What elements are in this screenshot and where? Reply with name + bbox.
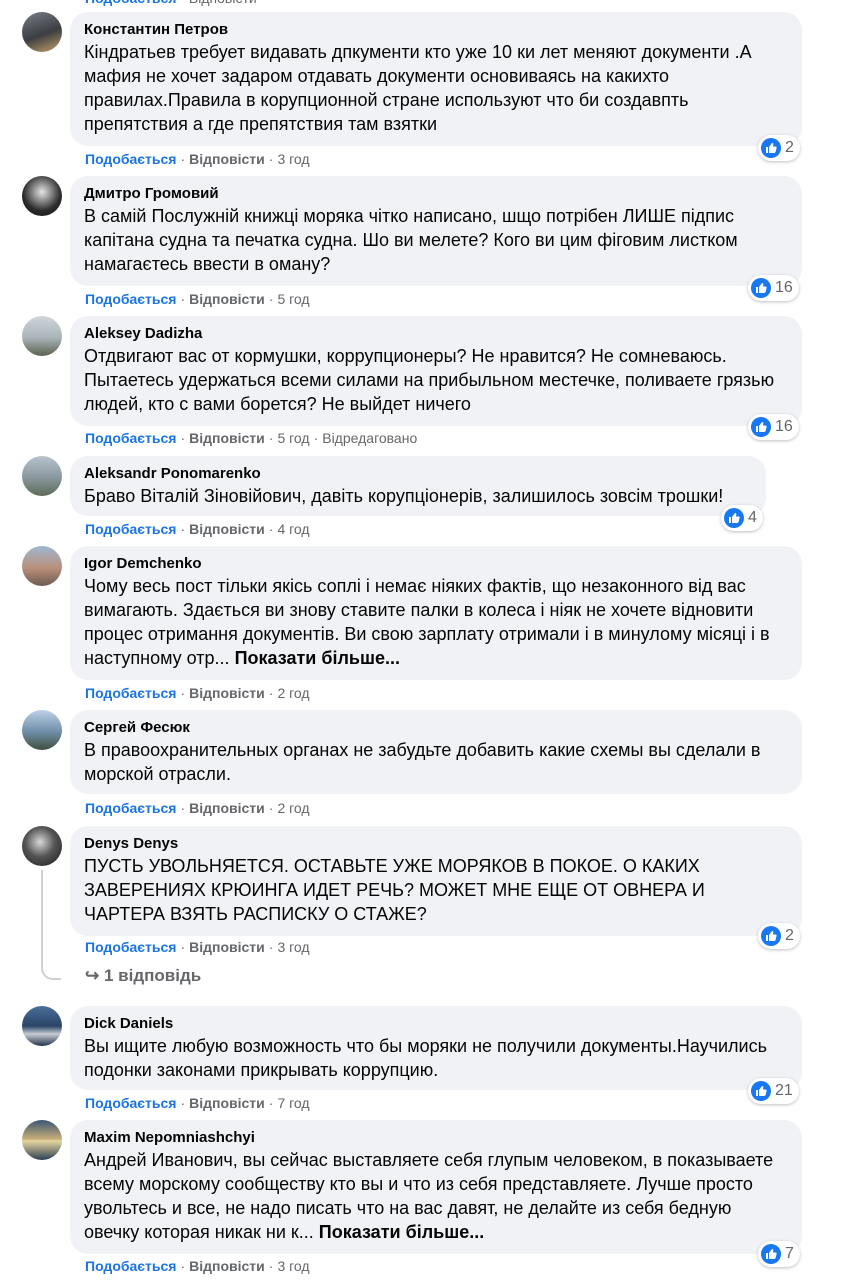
comment-time[interactable]: 5 год xyxy=(277,291,309,307)
reply-button[interactable]: Відповісти xyxy=(189,685,265,701)
reaction-count[interactable]: 2 xyxy=(758,923,800,949)
comment-author[interactable]: Igor Demchenko xyxy=(84,554,788,574)
comment-author[interactable]: Maxim Nepomniashchyi xyxy=(84,1128,788,1148)
comment-text: Браво Віталій Зіновійович, давіть корупц… xyxy=(84,486,724,506)
thread-line xyxy=(41,870,43,962)
reaction-count[interactable]: 2 xyxy=(758,135,800,161)
comment-text: Кіндратьев требует видавать дпкументи кт… xyxy=(84,42,752,134)
avatar[interactable] xyxy=(22,12,62,52)
comment-bubble: Дмитро Громовий В самій Послужній книжці… xyxy=(70,176,802,286)
like-button[interactable]: Подобається xyxy=(85,430,176,446)
comment-text: В самій Послужній книжці моряка чітко на… xyxy=(84,206,738,274)
comment-text: Отдвигают вас от кормушки, коррупционеры… xyxy=(84,346,775,414)
comment-author[interactable]: Дмитро Громовий xyxy=(84,184,788,204)
comment-actions: Подобається · Відповісти · 3 год xyxy=(85,151,310,167)
comment-bubble: Константин Петров Кіндратьев требует вид… xyxy=(70,12,802,146)
comment-time[interactable]: 5 год xyxy=(277,430,309,446)
view-replies-link[interactable]: ↪ 1 відповідь xyxy=(85,966,201,986)
reply-button[interactable]: Відповісти xyxy=(189,521,265,537)
reply-button[interactable]: Відповісти xyxy=(189,1095,265,1111)
comment-bubble: Igor Demchenko Чому весь пост тільки які… xyxy=(70,546,802,680)
comment-text: Вы ищите любую возможность что бы моряки… xyxy=(84,1036,767,1080)
thread-line-curve xyxy=(41,960,61,980)
comment-author[interactable]: Denys Denys xyxy=(84,834,788,854)
avatar[interactable] xyxy=(22,546,62,586)
comment-time[interactable]: 2 год xyxy=(277,800,309,816)
show-more-link[interactable]: Показати більше... xyxy=(319,1222,484,1242)
like-button[interactable]: Подобається xyxy=(85,291,176,307)
comment-text: В правоохранительных органах не забудьте… xyxy=(84,740,761,784)
thumbs-up-icon xyxy=(751,1081,771,1101)
reaction-count[interactable]: 16 xyxy=(748,275,799,301)
comment-bubble: Denys Denys ПУСТЬ УВОЛЬНЯЕТСЯ. ОСТАВЬТЕ … xyxy=(70,826,802,936)
comment-author[interactable]: Aleksey Dadizha xyxy=(84,324,788,344)
reply-button[interactable]: Відповісти xyxy=(189,151,265,167)
comment-actions: Подобається · Відповісти · 4 год xyxy=(85,521,310,537)
avatar[interactable] xyxy=(22,826,62,866)
comment-time[interactable]: 7 год xyxy=(277,1095,309,1111)
reply-arrow-icon: ↪ xyxy=(85,966,100,985)
avatar[interactable] xyxy=(22,1120,62,1160)
comment-actions: Подобається · Відповісти · 2 год xyxy=(85,800,310,816)
like-button[interactable]: Подобається xyxy=(85,685,176,701)
comment-author[interactable]: Aleksandr Ponomarenko xyxy=(84,464,752,484)
thumbs-up-icon xyxy=(751,278,771,298)
thumbs-up-icon xyxy=(751,417,771,437)
comment-actions: Подобається · Відповісти · 5 год xyxy=(85,291,310,307)
thumbs-up-icon xyxy=(761,926,781,946)
avatar[interactable] xyxy=(22,456,62,496)
top-cut-actions: Подобається · Відповісти xyxy=(85,0,257,6)
comment-author[interactable]: Сергей Фесюк xyxy=(84,718,788,738)
comment-actions: Подобається · Відповісти · 7 год xyxy=(85,1095,310,1111)
comment-time[interactable]: 2 год xyxy=(277,685,309,701)
like-button[interactable]: Подобається xyxy=(85,1258,176,1274)
comment-time[interactable]: 3 год xyxy=(277,1258,309,1274)
avatar[interactable] xyxy=(22,176,62,216)
thumbs-up-icon xyxy=(761,138,781,158)
comment-actions: Подобається · Відповісти · 2 год xyxy=(85,685,310,701)
reaction-count[interactable]: 4 xyxy=(721,505,763,531)
comment-text: Чому весь пост тільки якісь соплі і нема… xyxy=(84,576,770,668)
thumbs-up-icon xyxy=(761,1244,781,1264)
comment-bubble: Сергей Фесюк В правоохранительных органа… xyxy=(70,710,802,794)
comment-bubble: Aleksandr Ponomarenko Браво Віталій Зіно… xyxy=(70,456,766,516)
show-more-link[interactable]: Показати більше... xyxy=(235,648,400,668)
edited-label[interactable]: Відредаговано xyxy=(322,430,417,446)
avatar[interactable] xyxy=(22,1006,62,1046)
comment-actions: Подобається · Відповісти · 3 год xyxy=(85,1258,310,1274)
comment-bubble: Maxim Nepomniashchyi Андрей Иванович, вы… xyxy=(70,1120,802,1254)
thumbs-up-icon xyxy=(724,508,744,528)
comment-text: Андрей Иванович, вы сейчас выставляете с… xyxy=(84,1150,774,1242)
reaction-count[interactable]: 7 xyxy=(758,1241,800,1267)
reply-button[interactable]: Відповісти xyxy=(189,1258,265,1274)
like-button[interactable]: Подобається xyxy=(85,939,176,955)
comment-bubble: Dick Daniels Вы ищите любую возможность … xyxy=(70,1006,802,1090)
comment-author[interactable]: Dick Daniels xyxy=(84,1014,788,1034)
reaction-count[interactable]: 21 xyxy=(748,1078,799,1104)
comment-bubble: Aleksey Dadizha Отдвигают вас от кормушк… xyxy=(70,316,802,426)
comment-text: ПУСТЬ УВОЛЬНЯЕТСЯ. ОСТАВЬТЕ УЖЕ МОРЯКОВ … xyxy=(84,856,705,924)
reply-button[interactable]: Відповісти xyxy=(189,291,265,307)
like-button[interactable]: Подобається xyxy=(85,151,176,167)
reply-button[interactable]: Відповісти xyxy=(189,800,265,816)
reply-button[interactable]: Відповісти xyxy=(189,430,265,446)
reply-button[interactable]: Відповісти xyxy=(189,939,265,955)
comment-time[interactable]: 3 год xyxy=(277,939,309,955)
comment-author[interactable]: Константин Петров xyxy=(84,20,788,40)
comment-time[interactable]: 4 год xyxy=(277,521,309,537)
comment-actions: Подобається · Відповісти · 3 год xyxy=(85,939,310,955)
reaction-count[interactable]: 16 xyxy=(748,414,799,440)
like-button[interactable]: Подобається xyxy=(85,521,176,537)
like-button[interactable]: Подобається xyxy=(85,1095,176,1111)
like-button[interactable]: Подобається xyxy=(85,800,176,816)
comment-actions: Подобається · Відповісти · 5 год · Відредагова… xyxy=(85,430,418,446)
avatar[interactable] xyxy=(22,316,62,356)
comment-time[interactable]: 3 год xyxy=(277,151,309,167)
avatar[interactable] xyxy=(22,710,62,750)
